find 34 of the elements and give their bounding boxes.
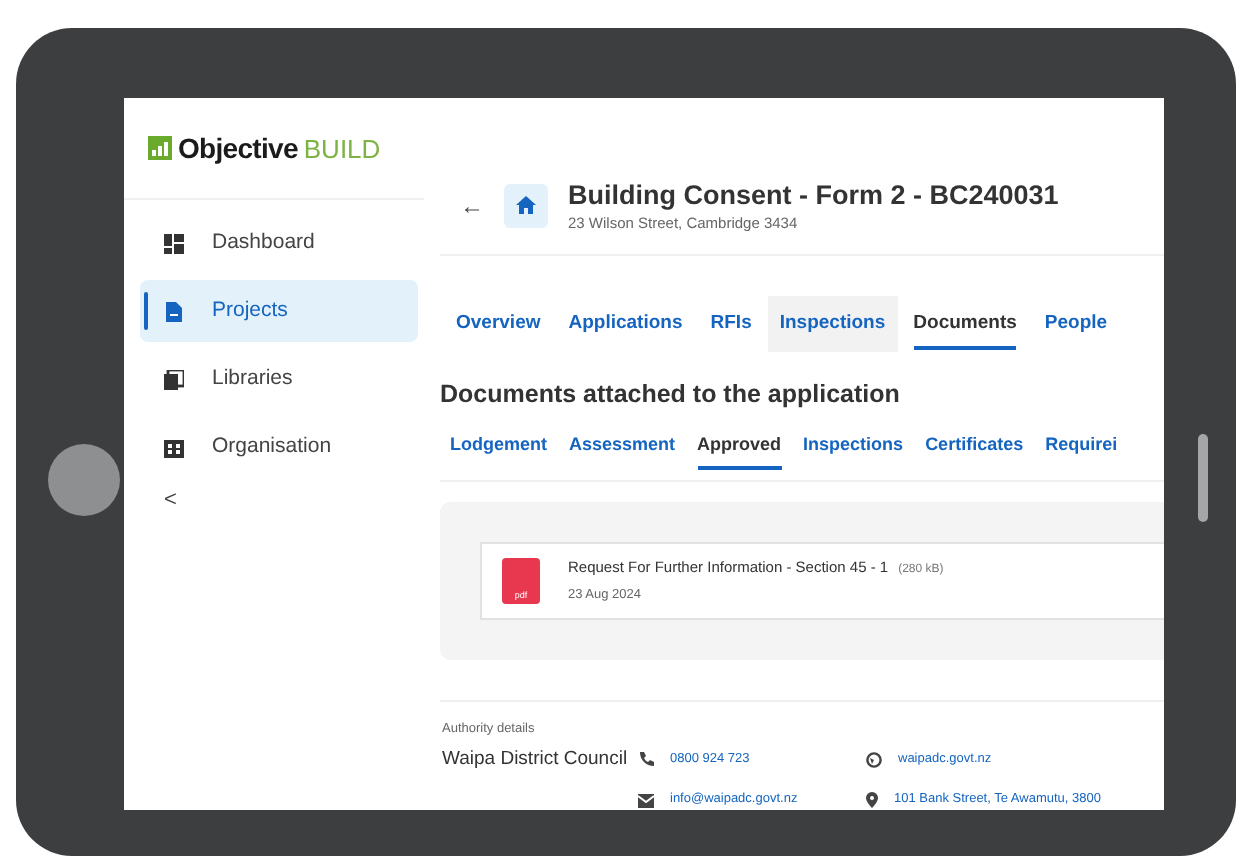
globe-icon	[866, 752, 882, 769]
subtab[interactable]: Requirei	[1035, 425, 1128, 465]
tab[interactable]: RFIs	[698, 295, 764, 352]
subtab[interactable]: Approved	[687, 425, 792, 465]
tab[interactable]: People	[1032, 295, 1120, 352]
library-icon	[164, 369, 184, 389]
dashboard-icon	[164, 233, 184, 253]
subtab[interactable]: Certificates	[915, 425, 1034, 465]
logo-brand: Objective	[178, 134, 298, 162]
selected-indicator	[144, 292, 148, 330]
subtab[interactable]: Assessment	[559, 425, 686, 465]
subtab[interactable]: Lodgement	[440, 425, 557, 465]
back-button[interactable]: ←	[460, 187, 484, 224]
sidebar-item[interactable]: Organisation	[140, 416, 418, 478]
home-icon	[516, 196, 536, 215]
sidebar-item[interactable]: Libraries	[140, 348, 418, 410]
home-button[interactable]	[504, 183, 548, 228]
sidebar-item[interactable]: Dashboard	[140, 212, 418, 274]
tab[interactable]: Inspections	[767, 295, 898, 352]
tab[interactable]: Overview	[444, 295, 553, 352]
subtab[interactable]: Inspections	[793, 425, 914, 465]
side-button[interactable]	[1198, 434, 1208, 522]
sidebar-item[interactable]: Projects	[140, 280, 418, 342]
building-icon	[164, 437, 184, 457]
authority-name: Waipa District Council	[442, 746, 630, 774]
tab[interactable]: Documents	[901, 295, 1029, 352]
logo-icon	[148, 136, 172, 160]
section-heading: Documents attached to the application	[440, 377, 902, 412]
collapse-button[interactable]: <	[164, 484, 177, 517]
phone-icon	[638, 752, 654, 769]
logo-product: BUILD	[303, 135, 381, 161]
page-title: Building Consent - Form 2 - BC240031	[568, 179, 1059, 214]
document-icon	[164, 301, 184, 321]
tab[interactable]: Applications	[556, 295, 695, 352]
